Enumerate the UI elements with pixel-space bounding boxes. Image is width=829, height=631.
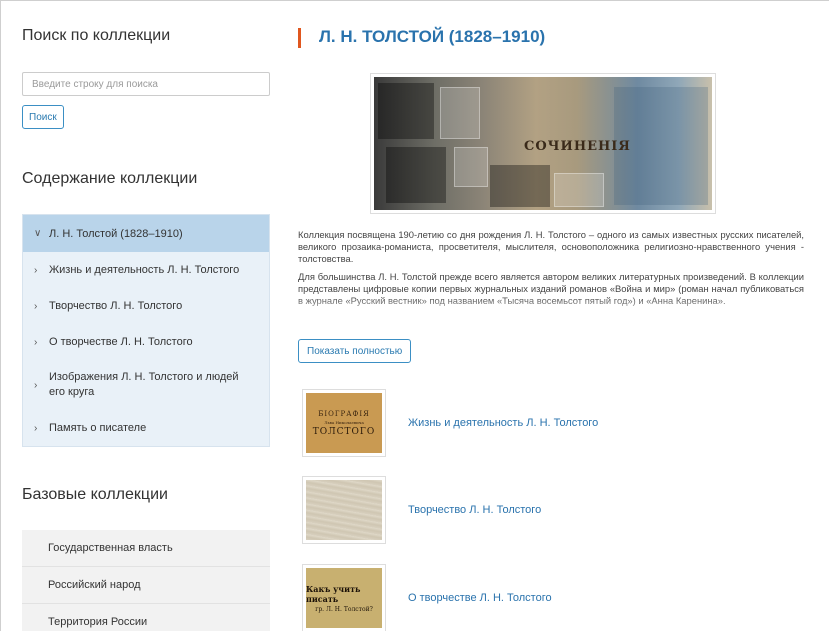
- tree-item-label: Память о писателе: [49, 422, 147, 434]
- tree-item-label: Изображения Л. Н. Толстого и людей его к…: [49, 371, 239, 398]
- title-accent: [298, 28, 301, 48]
- banner-image: СОЧИНЕНІЯ: [374, 77, 712, 210]
- tree-item-life[interactable]: › Жизнь и деятельность Л. Н. Толстого: [23, 252, 269, 288]
- tree-item-label: Жизнь и деятельность Л. Н. Толстого: [49, 264, 240, 276]
- chevron-right-icon: ›: [34, 300, 38, 312]
- tree-item-label: О творчестве Л. Н. Толстого: [49, 336, 193, 348]
- show-more-button[interactable]: Показать полностью: [298, 339, 412, 363]
- chevron-right-icon: ›: [34, 264, 38, 276]
- subcollection-link[interactable]: Жизнь и деятельность Л. Н. Толстого: [408, 417, 598, 429]
- description-paragraph: Коллекция посвящена 190-летию со дня рож…: [298, 229, 804, 264]
- thumb-text: БІОГРАФІЯ: [318, 409, 370, 418]
- subcollection-link[interactable]: О творчестве Л. Н. Толстого: [408, 592, 552, 604]
- contents-heading: Содержание коллекции: [22, 170, 198, 187]
- search-heading: Поиск по коллекции: [22, 27, 171, 44]
- subcollection-item[interactable]: Какъ учить писать гр. Л. Н. Толстой? О т…: [302, 564, 552, 631]
- subcollection-thumbnail[interactable]: [302, 476, 386, 544]
- description-fade: [298, 296, 804, 330]
- search-input[interactable]: [22, 72, 270, 96]
- subcollection-thumbnail[interactable]: Какъ учить писать гр. Л. Н. Толстой?: [302, 564, 386, 631]
- thumb-text: Какъ учить писать: [306, 583, 361, 604]
- tree-item-label: Творчество Л. Н. Толстого: [49, 300, 183, 312]
- tree-item-tolstoy[interactable]: ∨ Л. Н. Толстой (1828–1910): [23, 215, 269, 252]
- chevron-right-icon: ›: [34, 422, 38, 434]
- thumb-text: гр. Л. Н. Толстой?: [315, 605, 373, 613]
- base-item-russian-people[interactable]: Российский народ: [22, 567, 270, 604]
- subcollection-link[interactable]: Творчество Л. Н. Толстого: [408, 504, 541, 516]
- collection-tree: ∨ Л. Н. Толстой (1828–1910) › Жизнь и де…: [22, 214, 270, 447]
- base-item-territory[interactable]: Территория России: [22, 604, 270, 631]
- collection-banner: СОЧИНЕНІЯ: [370, 73, 716, 214]
- base-collections-heading: Базовые коллекции: [22, 486, 168, 503]
- chevron-right-icon: ›: [34, 336, 38, 348]
- chevron-down-icon: ∨: [34, 228, 42, 239]
- tree-item-about-works[interactable]: › О творчестве Л. Н. Толстого: [23, 324, 269, 360]
- base-item-state-power[interactable]: Государственная власть: [22, 530, 270, 567]
- subcollection-thumbnail[interactable]: БІОГРАФІЯ Льва Николаевича ТОЛСТОГО: [302, 389, 386, 457]
- tree-item-images[interactable]: › Изображения Л. Н. Толстого и людей его…: [23, 360, 269, 410]
- tree-item-works[interactable]: › Творчество Л. Н. Толстого: [23, 288, 269, 324]
- page-title: Л. Н. ТОЛСТОЙ (1828–1910): [319, 27, 546, 46]
- thumb-text: ТОЛСТОГО: [312, 426, 376, 437]
- search-button[interactable]: Поиск: [22, 105, 64, 129]
- tree-item-label: Л. Н. Толстой (1828–1910): [49, 227, 183, 240]
- tree-item-memory[interactable]: › Память о писателе: [23, 410, 269, 446]
- subcollection-item[interactable]: Творчество Л. Н. Толстого: [302, 476, 541, 544]
- thumb-text: Льва Николаевича: [324, 419, 364, 425]
- subcollection-item[interactable]: БІОГРАФІЯ Льва Николаевича ТОЛСТОГО Жизн…: [302, 389, 598, 457]
- chevron-right-icon: ›: [34, 379, 38, 391]
- base-collections-list: Государственная власть Российский народ …: [22, 530, 270, 631]
- banner-caption: СОЧИНЕНІЯ: [524, 139, 631, 154]
